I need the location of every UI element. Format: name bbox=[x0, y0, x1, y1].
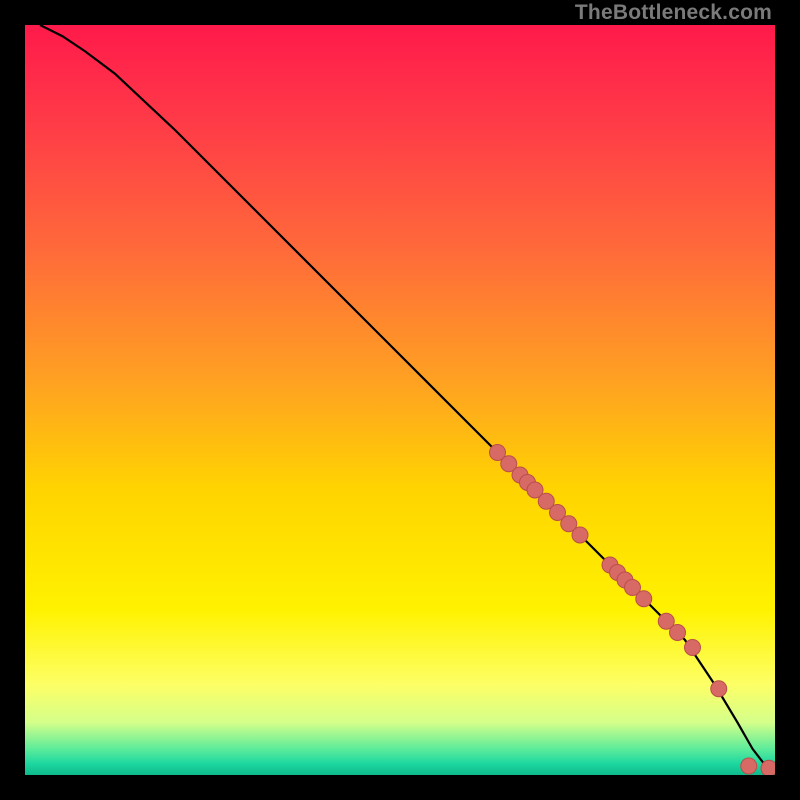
data-marker bbox=[711, 681, 727, 697]
gradient-background bbox=[25, 25, 775, 775]
data-marker bbox=[572, 527, 588, 543]
chart-frame bbox=[25, 25, 775, 775]
data-marker bbox=[685, 640, 701, 656]
data-marker bbox=[761, 760, 775, 775]
bottleneck-chart bbox=[25, 25, 775, 775]
data-marker bbox=[741, 758, 757, 774]
data-marker bbox=[636, 591, 652, 607]
data-marker bbox=[670, 625, 686, 641]
watermark-text: TheBottleneck.com bbox=[575, 1, 772, 25]
watermark-label: TheBottleneck.com bbox=[575, 1, 772, 24]
